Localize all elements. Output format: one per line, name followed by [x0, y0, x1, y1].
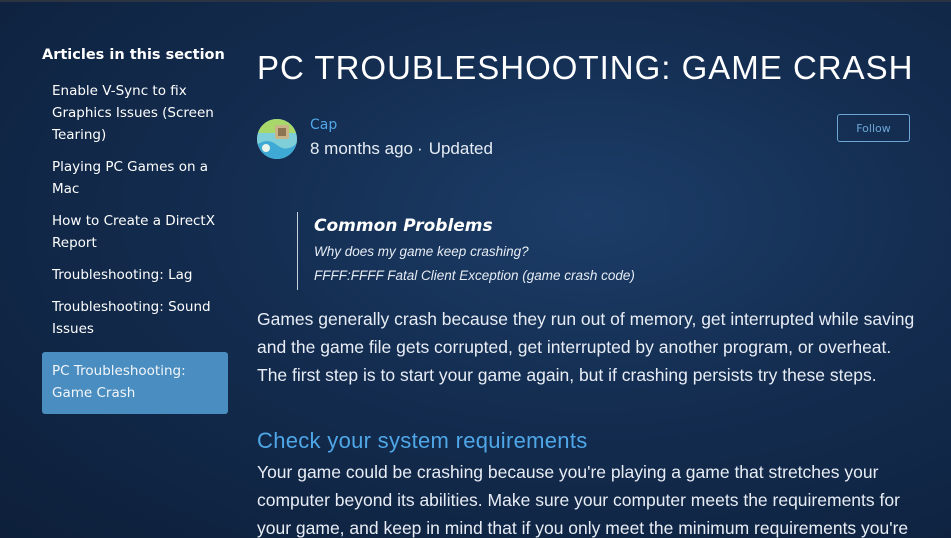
article-main: PC TROUBLESHOOTING: GAME CRASH Cap 8 mon…	[257, 44, 917, 538]
common-problems-callout: Common Problems Why does my game keep cr…	[297, 212, 635, 290]
callout-line: Why does my game keep crashing?	[314, 244, 529, 259]
posted-time: 8 months ago	[310, 139, 414, 158]
avatar-image-icon	[257, 119, 297, 159]
page-title: PC TROUBLESHOOTING: GAME CRASH	[257, 49, 914, 86]
intro-paragraph: Games generally crash because they run o…	[257, 309, 915, 385]
callout-line: FFFF:FFFF Fatal Client Exception (game c…	[314, 268, 635, 283]
author-row: Cap 8 months ago · Updated Follow	[257, 114, 912, 161]
sidebar-item-vsync[interactable]: Enable V-Sync to fix Graphics Issues (Sc…	[42, 78, 228, 146]
section-sidebar: Articles in this section Enable V-Sync t…	[42, 44, 228, 422]
sidebar-item-directx-report[interactable]: How to Create a DirectX Report	[42, 208, 228, 254]
meta-separator: ·	[417, 139, 423, 158]
sidebar-item-mac-games[interactable]: Playing PC Games on a Mac	[42, 154, 228, 200]
avatar[interactable]	[257, 119, 297, 159]
updated-label: Updated	[428, 139, 493, 158]
sidebar-item-sound-issues[interactable]: Troubleshooting: Sound Issues	[42, 294, 228, 340]
sidebar-item-game-crash[interactable]: PC Troubleshooting: Game Crash	[42, 352, 228, 414]
top-border	[0, 0, 951, 2]
author-link[interactable]: Cap	[310, 117, 337, 133]
follow-button[interactable]: Follow	[837, 114, 910, 142]
section-paragraph: Your game could be crashing because you'…	[257, 462, 909, 538]
sidebar-title: Articles in this section	[42, 47, 225, 63]
callout-title: Common Problems	[314, 216, 493, 236]
sidebar-item-lag[interactable]: Troubleshooting: Lag	[42, 262, 228, 286]
article-meta: 8 months ago · Updated	[310, 139, 493, 159]
section-heading: Check your system requirements	[257, 428, 588, 453]
